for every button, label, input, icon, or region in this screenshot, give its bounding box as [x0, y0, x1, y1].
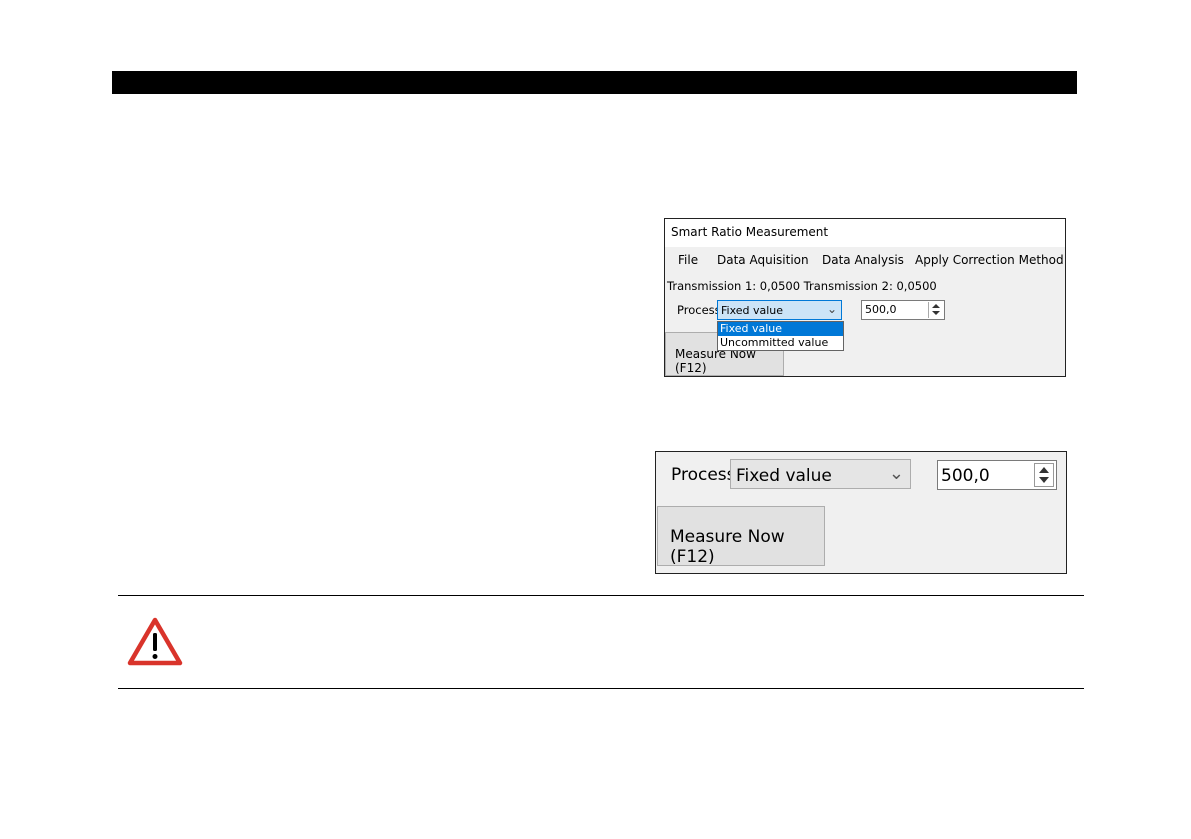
window-title: Smart Ratio Measurement: [671, 225, 829, 239]
chevron-down-icon: ⌄: [888, 463, 904, 484]
warning-icon: [127, 617, 183, 666]
window-title-bar: Smart Ratio Measurement: [665, 219, 1065, 247]
dropdown-option-uncommitted-value[interactable]: Uncommitted value: [718, 336, 843, 350]
value-stepper[interactable]: 500,0: [861, 300, 945, 320]
process-label-zoomed: Process: [671, 465, 736, 485]
value-stepper-zoomed[interactable]: 500,0: [937, 460, 1057, 490]
chevron-down-icon: ⌄: [826, 302, 837, 316]
menu-data-aquisition[interactable]: Data Aquisition: [717, 253, 809, 267]
measure-now-button-zoomed[interactable]: Measure Now (F12): [657, 506, 825, 567]
arrow-up-icon[interactable]: [932, 304, 940, 308]
app-window-screenshot: Smart Ratio Measurement File Data Aquisi…: [664, 218, 1066, 377]
spin-buttons[interactable]: [928, 302, 943, 318]
zoomed-controls-screenshot: Process Fixed value ⌄ 500,0 Measure Now …: [655, 451, 1067, 574]
process-select-value: Fixed value: [721, 304, 784, 317]
arrow-up-icon[interactable]: [1039, 467, 1049, 473]
dropdown-option-fixed-value[interactable]: Fixed value: [718, 322, 843, 336]
menu-file[interactable]: File: [678, 253, 698, 267]
notice-bottom-rule: [118, 688, 1084, 689]
notice-top-rule: [118, 595, 1084, 596]
menu-data-analysis[interactable]: Data Analysis: [822, 253, 904, 267]
process-dropdown-list: Fixed value Uncommitted value: [717, 321, 844, 351]
process-select[interactable]: Fixed value ⌄: [717, 300, 842, 320]
page-header-bar: [112, 71, 1077, 94]
stepper-value: 500,0: [865, 303, 897, 316]
process-label: Process: [677, 303, 721, 317]
spin-buttons-zoomed[interactable]: [1034, 463, 1054, 487]
process-select-zoomed[interactable]: Fixed value ⌄: [730, 459, 911, 489]
menu-bar: File Data Aquisition Data Analysis Apply…: [665, 247, 1065, 271]
arrow-down-icon[interactable]: [932, 311, 940, 315]
process-select-value-zoomed: Fixed value: [736, 466, 832, 486]
stepper-value-zoomed: 500,0: [941, 466, 990, 486]
arrow-down-icon[interactable]: [1039, 477, 1049, 483]
transmission-status: Transmission 1: 0,0500 Transmission 2: 0…: [667, 279, 937, 293]
menu-apply-correction-method[interactable]: Apply Correction Method: [915, 253, 1064, 267]
